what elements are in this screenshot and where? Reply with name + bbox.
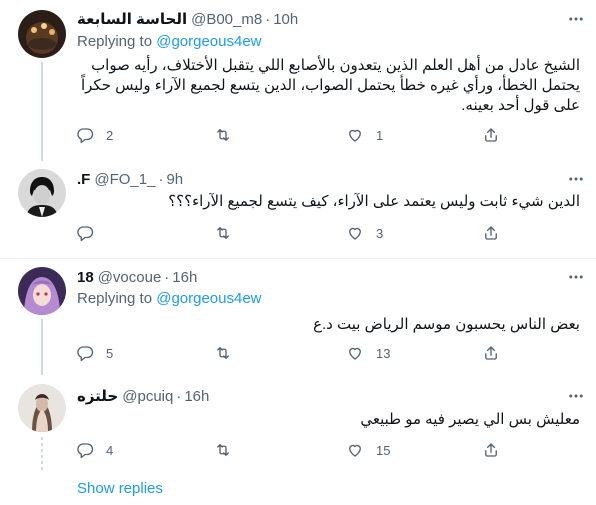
share-button[interactable] (482, 440, 500, 460)
thread-line (41, 62, 43, 161)
timestamp[interactable]: 9h (166, 171, 183, 188)
reply-button[interactable]: 2 (76, 125, 113, 145)
username[interactable]: @B00_m8 (191, 11, 262, 28)
tweet-header: F. @FO_1_ · 9h (77, 169, 183, 189)
display-name[interactable]: 18 (77, 269, 94, 286)
username[interactable]: @vocoue (98, 269, 162, 286)
separator: · (265, 10, 271, 28)
reply-icon (77, 128, 94, 144)
mention-link[interactable]: @gorgeous4ew (156, 33, 261, 50)
tweet[interactable]: F. @FO_1_ · 9h الدين شيء ثابت وليس يعتمد… (0, 161, 596, 258)
avatar-image (18, 384, 66, 432)
like-icon (349, 444, 361, 457)
more-button[interactable] (564, 169, 588, 189)
retweet-button[interactable] (214, 343, 244, 363)
replying-to: Replying to @gorgeous4ew (77, 33, 262, 50)
avatar-image (18, 267, 66, 315)
more-icon (569, 177, 583, 181)
username[interactable]: @pcuiq (122, 388, 173, 405)
retweet-button[interactable] (214, 223, 244, 243)
share-icon (485, 226, 497, 240)
retweet-icon (217, 444, 229, 456)
display-name[interactable]: F. (77, 171, 90, 188)
separator: · (176, 387, 182, 405)
retweet-button[interactable] (214, 125, 244, 145)
more-icon (569, 275, 583, 279)
avatar[interactable] (18, 10, 66, 58)
share-button[interactable] (482, 343, 500, 363)
username[interactable]: @FO_1_ (94, 171, 155, 188)
tweet[interactable]: 18 @vocoue · 16h Replying to @gorgeous4e… (0, 259, 596, 375)
reply-count: 5 (106, 345, 114, 361)
replying-to-label: Replying to (77, 290, 157, 307)
more-button[interactable] (564, 267, 588, 287)
display-name[interactable]: الحاسة السابعة (77, 10, 187, 28)
like-count: 15 (376, 442, 391, 458)
like-button[interactable]: 1 (346, 125, 383, 145)
reply-button[interactable] (76, 223, 106, 243)
more-icon (569, 17, 583, 21)
tweet-header: 18 @vocoue · 16h (77, 267, 197, 287)
retweet-icon (217, 347, 229, 359)
reply-button[interactable]: 4 (76, 440, 113, 460)
tweet[interactable]: الحاسة السابعة @B00_m8 · 10h Replying to… (0, 0, 596, 161)
like-count: 1 (376, 127, 384, 143)
share-icon (485, 346, 497, 360)
like-count: 13 (376, 345, 391, 361)
avatar[interactable] (18, 267, 66, 315)
timestamp[interactable]: 10h (273, 11, 298, 28)
like-icon (349, 129, 361, 142)
reply-icon (77, 346, 94, 362)
reply-icon (77, 443, 94, 459)
like-icon (349, 227, 361, 240)
tweet-text: معليش بس الي يصير فيه مو طبيعي (360, 411, 580, 428)
like-button[interactable]: 3 (346, 223, 383, 243)
tweet-text: الدين شيء ثابت وليس يعتمد على الآراء، كي… (168, 193, 580, 210)
separator: · (164, 268, 170, 286)
more-button[interactable] (564, 9, 588, 29)
replying-to: Replying to @gorgeous4ew (77, 290, 262, 307)
share-icon (485, 443, 497, 457)
avatar-image (18, 169, 66, 217)
reply-icon (77, 226, 94, 242)
retweet-icon (217, 227, 229, 239)
more-button[interactable] (564, 386, 588, 406)
share-button[interactable] (482, 125, 500, 145)
like-button[interactable]: 13 (346, 343, 390, 363)
timestamp[interactable]: 16h (184, 388, 209, 405)
avatar[interactable] (18, 384, 66, 432)
like-button[interactable]: 15 (346, 440, 390, 460)
avatar[interactable] (18, 169, 66, 217)
more-icon (569, 394, 583, 398)
retweet-icon (217, 129, 229, 141)
reply-button[interactable]: 5 (76, 343, 113, 363)
separator: · (158, 170, 164, 188)
mention-link[interactable]: @gorgeous4ew (156, 290, 261, 307)
tweet[interactable]: حلتزه @pcuiq · 16h معليش بس الي يصير فيه… (0, 375, 596, 473)
retweet-button[interactable] (214, 440, 244, 460)
share-icon (485, 128, 497, 142)
avatar-image (18, 10, 66, 58)
like-count: 3 (376, 225, 384, 241)
replying-to-label: Replying to (77, 33, 157, 50)
show-replies-link[interactable]: Show replies (77, 480, 163, 497)
display-name[interactable]: حلتزه (77, 387, 118, 405)
tweet-text: بعض الناس يحسبون موسم الرياض بيت د.ع (313, 316, 580, 333)
share-button[interactable] (482, 223, 500, 243)
dotted-thread-line (41, 437, 43, 473)
tweet-header: حلتزه @pcuiq · 16h (77, 386, 209, 406)
timestamp[interactable]: 16h (172, 269, 197, 286)
thread-line (41, 319, 43, 375)
like-icon (349, 347, 361, 360)
tweet-text: الشيخ عادل من أهل العلم الذين يتعدون بال… (80, 57, 580, 114)
tweet-header: الحاسة السابعة @B00_m8 · 10h (77, 9, 298, 29)
reply-count: 2 (106, 127, 114, 143)
reply-count: 4 (106, 442, 114, 458)
